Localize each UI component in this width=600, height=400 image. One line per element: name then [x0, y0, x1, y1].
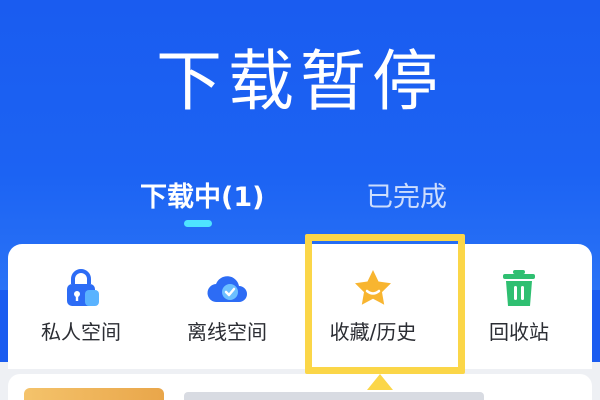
shortcut-label: 离线空间 — [187, 320, 267, 344]
highlight-pointer-arrow — [367, 374, 393, 390]
highlight-frame — [305, 234, 465, 374]
shortcut-private-space[interactable]: 私人空间 — [8, 244, 154, 369]
shortcut-label: 私人空间 — [41, 320, 121, 344]
download-thumbnail — [24, 388, 164, 400]
shortcut-offline-space[interactable]: 离线空间 — [154, 244, 300, 369]
shortcut-label: 回收站 — [489, 320, 549, 344]
shortcut-panel: 私人空间 离线空间 收藏/历史 回收站 — [8, 244, 592, 369]
shortcut-recycle-bin[interactable]: 回收站 — [446, 244, 592, 369]
cloud-check-icon — [207, 276, 247, 303]
active-tab-indicator — [184, 220, 212, 227]
tab-bar: 下载中(1) 已完成 — [0, 175, 600, 235]
trash-icon — [503, 270, 535, 306]
download-item-card[interactable] — [8, 374, 592, 400]
lock-icon — [67, 269, 99, 306]
download-title — [184, 392, 484, 400]
page-title: 下载暂停 — [156, 43, 444, 120]
tab-downloading[interactable]: 下载中(1) — [140, 175, 264, 214]
tab-completed[interactable]: 已完成 — [366, 175, 447, 214]
